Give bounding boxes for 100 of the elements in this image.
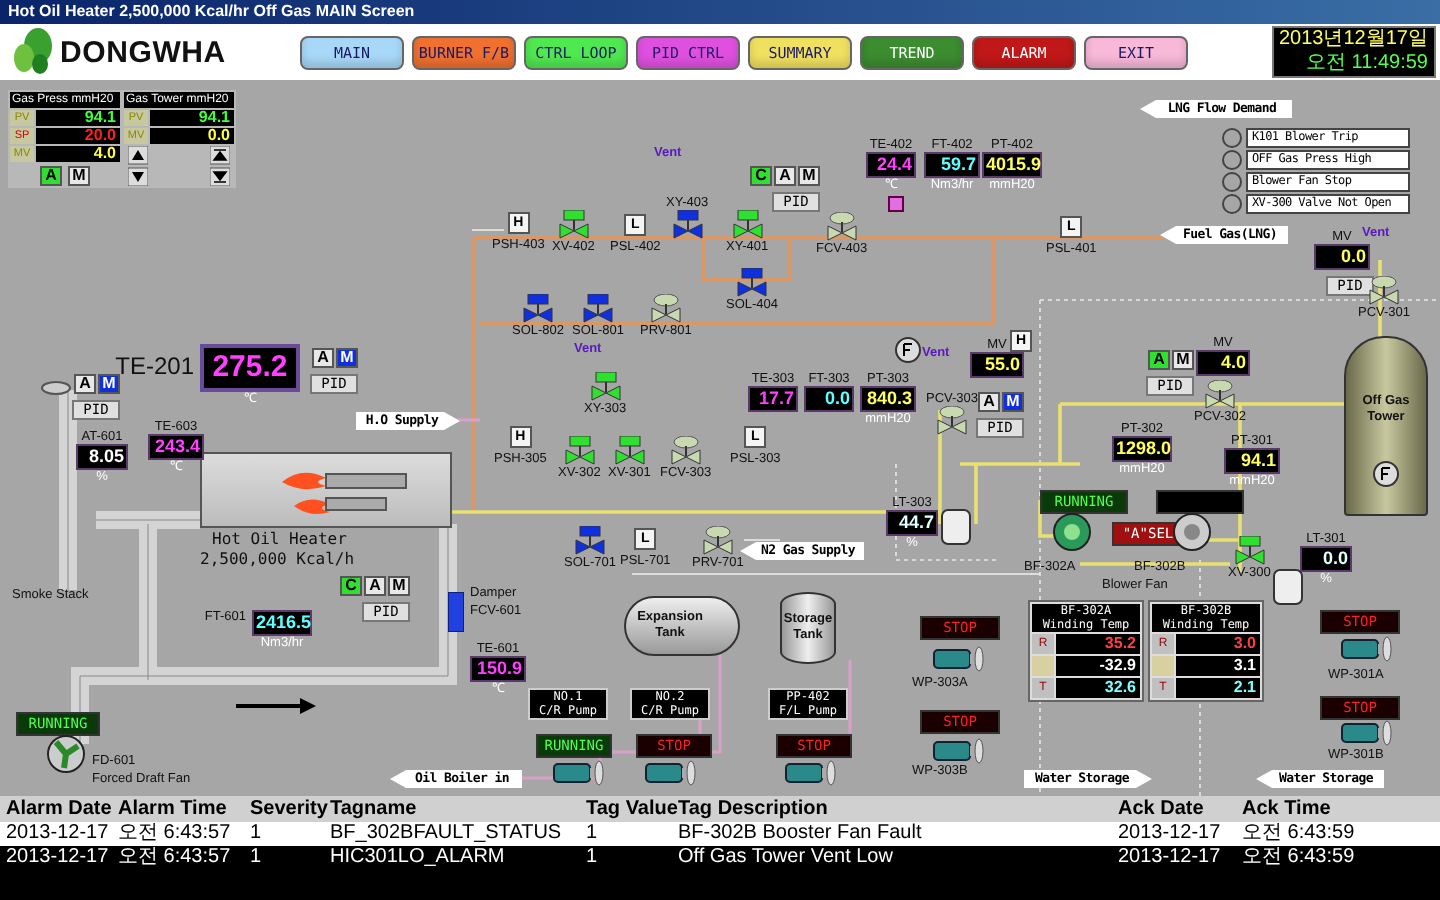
valve-icon[interactable]	[582, 294, 615, 324]
valve-icon[interactable]	[589, 372, 622, 402]
column-header: Alarm Date	[4, 796, 112, 822]
value-display: 243.4	[148, 434, 204, 460]
blank-label-cell	[1152, 656, 1174, 676]
value-display: 4015.9	[982, 152, 1042, 178]
mode-button[interactable]: A	[364, 576, 386, 596]
value-display: -32.9	[1056, 656, 1140, 676]
valve-icon[interactable]	[574, 526, 607, 556]
column-header: Tagname	[328, 796, 419, 822]
pump-motor-icon	[552, 760, 604, 786]
table-cell-text: BF_302BFAULT_STATUS	[328, 822, 564, 846]
pump-motor-icon	[644, 760, 696, 786]
valve-icon[interactable]	[563, 436, 596, 466]
mode-button[interactable]: A	[312, 348, 334, 368]
pump-motor-icon	[932, 646, 984, 672]
window-title: Hot Oil Heater 2,500,000 Kcal/hr Off Gas MAIN Screen	[0, 0, 1440, 24]
column-header: Alarm Time	[116, 796, 229, 822]
table-cell-text: HIC301LO_ALARM	[328, 846, 507, 870]
mode-button[interactable]: M	[1172, 350, 1194, 370]
heater-name: Hot Oil Heater	[212, 530, 347, 548]
mode-button[interactable]: M	[1002, 392, 1024, 412]
value-display: 0.0	[150, 128, 234, 144]
control-valve-icon[interactable]	[649, 294, 682, 324]
drum-tank-icon	[1272, 566, 1304, 606]
column-header: Ack Time	[1240, 796, 1333, 822]
table-cell-text: 오전 6:43:59	[1240, 846, 1357, 870]
valve-icon[interactable]	[522, 294, 555, 324]
value-display: 4.0	[1196, 350, 1250, 376]
table-cell-text: 오전 6:43:59	[1240, 822, 1357, 846]
value-display: 24.4	[866, 152, 916, 178]
flow-direction-arrow	[236, 698, 316, 714]
valve-icon[interactable]	[736, 268, 769, 298]
value-display: 0.0	[1300, 546, 1352, 572]
valve-icon[interactable]	[1233, 536, 1266, 566]
control-valve-icon[interactable]	[1204, 380, 1237, 410]
valve-icon[interactable]	[671, 210, 704, 240]
valve-icon[interactable]	[557, 210, 590, 240]
mode-button[interactable]: M	[68, 166, 90, 186]
sensor-icon	[888, 196, 904, 212]
value-display: 94.1	[150, 110, 234, 126]
mode-button[interactable]: M	[388, 576, 410, 596]
table-cell-text: 2013-12-17	[1116, 822, 1223, 846]
heater-capacity: 2,500,000 Kcal/h	[200, 550, 355, 568]
company-logo-text: DONGWHA	[60, 35, 226, 69]
mode-button[interactable]: A	[978, 392, 1000, 412]
mode-button[interactable]: C	[750, 166, 772, 186]
value-display: 8.05	[76, 444, 128, 470]
table-cell-text: 1	[584, 822, 600, 846]
pump-motor-icon	[932, 738, 984, 764]
pump-motor-icon	[784, 760, 836, 786]
up-down-arrows-icon[interactable]	[128, 146, 148, 186]
column-header: Tag Value	[584, 796, 672, 822]
drum-tank-icon	[940, 506, 972, 546]
control-valve-icon[interactable]	[669, 436, 702, 466]
control-valve-icon[interactable]	[701, 526, 734, 556]
date-text: 2013년12월17일	[1279, 28, 1428, 52]
value-display: 275.2	[200, 344, 300, 392]
alarm-row[interactable]: 2013-12-17 오전 6:43:57 1 HIC301LO_ALARM 1 Off Gas Tower Vent Low 2013-12-17 오전 6:43:59	[0, 846, 1440, 870]
alarm-row[interactable]: 2013-12-17 오전 6:43:57 1 BF_302BFAULT_STATUS 1 BF-302B Booster Fan Fault 2013-12-17 오전 6:43:59	[0, 822, 1440, 846]
step-arrows-icon[interactable]	[210, 146, 230, 186]
control-valve-icon[interactable]	[1368, 276, 1401, 306]
mode-button[interactable]: A	[774, 166, 796, 186]
table-cell-text: 1	[584, 846, 600, 870]
tag-label: TE-201	[115, 352, 194, 380]
column-header: Ack Date	[1116, 796, 1206, 822]
value-display: 840.3	[860, 386, 916, 412]
valve-icon[interactable]	[731, 210, 764, 240]
valve-icon[interactable]	[613, 436, 646, 466]
table-cell-text: Off Gas Tower Vent Low	[676, 846, 895, 870]
table-cell-text: 오전 6:43:57	[116, 822, 233, 846]
value-display: 35.2	[1056, 634, 1140, 654]
mode-button[interactable]: A	[74, 374, 96, 394]
value-display: 2416.5	[252, 610, 312, 636]
blank-label-cell	[1032, 656, 1054, 676]
leaf-logo-icon	[12, 28, 56, 76]
value-display: 94.1	[1224, 448, 1280, 474]
table-cell-text: 오전 6:43:57	[116, 846, 233, 870]
flow-switch-icon	[894, 336, 922, 364]
pump-motor-icon	[1340, 720, 1392, 746]
mode-button[interactable]: A	[1148, 350, 1170, 370]
table-cell-text: 1	[248, 846, 264, 870]
value-display: 94.1	[36, 110, 120, 126]
mode-button[interactable]: M	[336, 348, 358, 368]
mode-button[interactable]: A	[40, 166, 62, 186]
column-header: Tag Description	[677, 796, 830, 822]
mode-button[interactable]: M	[798, 166, 820, 186]
value-display: 59.7	[924, 152, 980, 178]
value-display: 32.6	[1056, 678, 1140, 698]
blank-indicator	[1156, 490, 1244, 514]
control-valve-icon[interactable]	[825, 212, 858, 242]
blower-icon	[1048, 512, 1096, 552]
value-display: 17.7	[748, 386, 798, 412]
value-display: 20.0	[36, 128, 120, 144]
table-cell-text: BF-302B Booster Fan Fault	[676, 822, 924, 846]
table-cell-text: 2013-12-17	[4, 846, 111, 870]
mode-button[interactable]: C	[340, 576, 362, 596]
control-valve-icon[interactable]	[936, 406, 969, 436]
mode-button[interactable]: M	[98, 374, 120, 394]
stack-top-icon	[40, 380, 72, 396]
